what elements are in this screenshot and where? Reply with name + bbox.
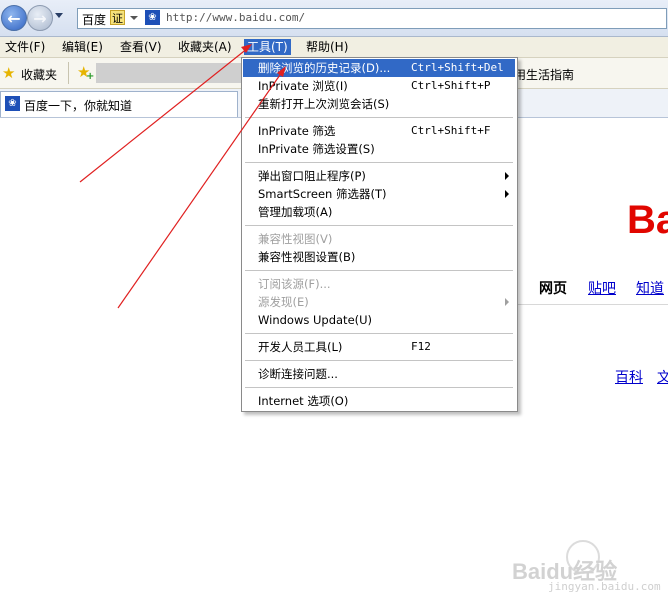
annotation-arrow-menu	[79, 47, 249, 183]
annotation-arrows	[79, 44, 286, 309]
annotation-arrow-item	[117, 71, 283, 309]
arrowhead-icon	[277, 66, 286, 77]
